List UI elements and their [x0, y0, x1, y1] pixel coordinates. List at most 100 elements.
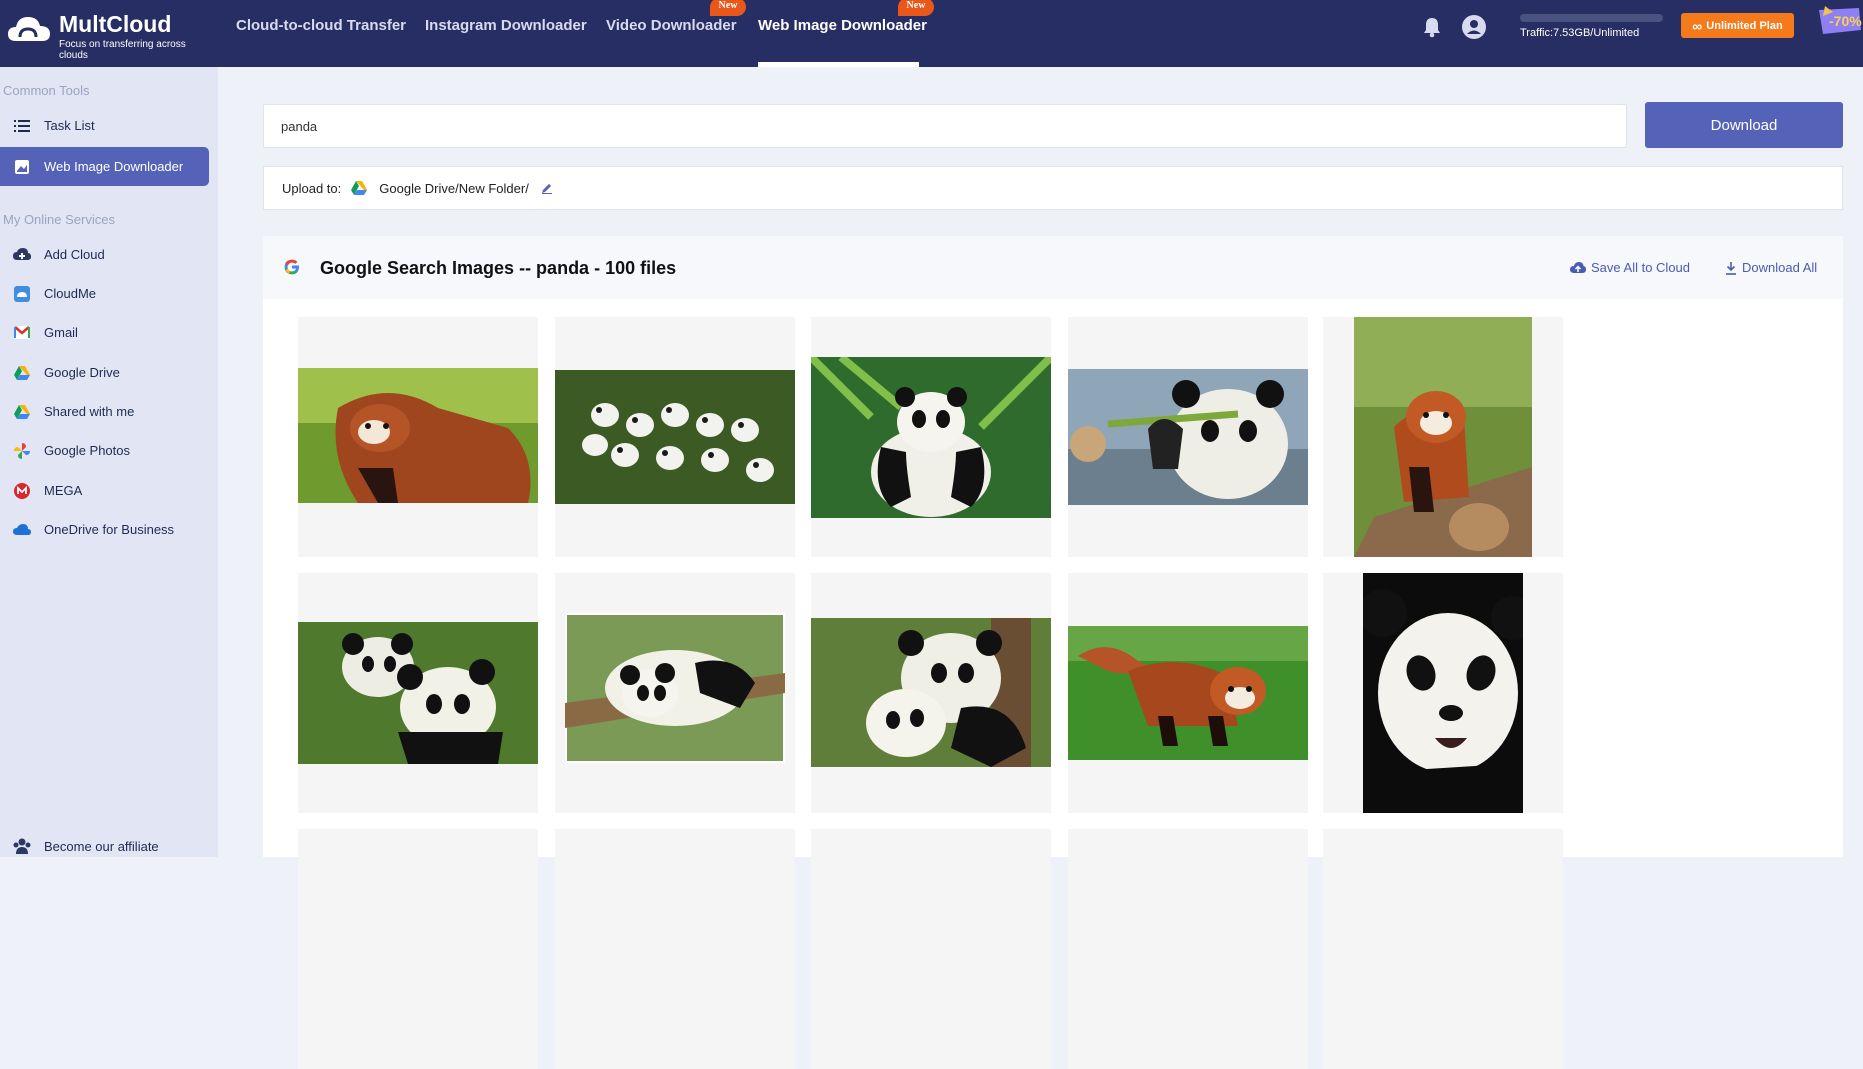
panda-eating-photo — [1068, 369, 1308, 505]
search-input-value: panda — [281, 118, 318, 134]
nav-cloud-to-cloud-transfer[interactable]: Cloud-to-cloud Transfer — [236, 17, 406, 34]
image-tile-panda-portrait[interactable] — [1323, 573, 1563, 813]
image-tile-red-panda-walking[interactable] — [1068, 573, 1308, 813]
user-avatar-icon[interactable] — [1461, 14, 1487, 40]
discount-promo[interactable]: -70% — [1815, 4, 1863, 40]
results-header: Google Search Images -- panda - 100 file… — [263, 236, 1843, 299]
download-all-button[interactable]: Download All — [1725, 260, 1817, 275]
sidebar: Common Tools Task List Web Image Downloa… — [0, 67, 218, 857]
upload-to-label: Upload to: — [282, 180, 342, 196]
common-tools-heading: Common Tools — [3, 83, 90, 98]
affiliate-icon — [0, 838, 44, 854]
sidebar-item-mega[interactable]: MEGA — [0, 471, 209, 510]
sidebar-item-onedrive-for-business[interactable]: OneDrive for Business — [0, 510, 209, 549]
nav-video-downloader[interactable]: Video Downloader — [606, 17, 737, 34]
mega-icon — [0, 482, 44, 499]
panda-portrait-photo — [1363, 573, 1523, 813]
save-all-to-cloud-button[interactable]: Save All to Cloud — [1570, 260, 1690, 275]
upload-path: Google Drive/New Folder/ — [379, 180, 529, 196]
sidebar-item-cloudme[interactable]: CloudMe — [0, 274, 209, 313]
new-badge: New — [898, 0, 934, 16]
nav-web-image-downloader[interactable]: Web Image Downloader — [758, 17, 927, 34]
google-drive-icon — [0, 365, 44, 380]
red-panda-walking-photo — [1068, 626, 1308, 760]
sidebar-item-add-cloud[interactable]: Add Cloud — [0, 235, 209, 274]
add-cloud-icon — [0, 247, 44, 263]
image-download-icon — [0, 159, 44, 175]
sidebar-item-affiliate[interactable]: Become our affiliate — [0, 836, 159, 856]
affiliate-label: Become our affiliate — [44, 838, 159, 854]
image-tile[interactable] — [811, 829, 1051, 1069]
cloudme-icon — [0, 285, 44, 302]
image-tile[interactable] — [1323, 829, 1563, 1069]
sidebar-item-label: OneDrive for Business — [44, 522, 175, 537]
traffic-progress-bar — [1520, 14, 1663, 22]
unlimited-plan-button[interactable]: ∞ Unlimited Plan — [1681, 13, 1794, 38]
google-drive-icon — [0, 404, 44, 419]
gmail-icon — [0, 326, 44, 339]
brand-tagline: Focus on transferring across clouds — [59, 39, 186, 61]
multcloud-logo-icon — [8, 17, 50, 41]
image-tile-panda-eating[interactable] — [1068, 317, 1308, 557]
sidebar-item-label: Task List — [44, 118, 95, 133]
image-tile[interactable] — [298, 829, 538, 1069]
download-all-label: Download All — [1742, 260, 1818, 275]
onedrive-icon — [0, 523, 44, 536]
sidebar-item-label: MEGA — [44, 483, 83, 498]
edit-path-icon[interactable] — [541, 182, 553, 194]
image-tile-red-panda[interactable] — [298, 317, 538, 557]
red-panda-photo — [298, 368, 538, 503]
sidebar-item-web-image-downloader[interactable]: Web Image Downloader — [0, 147, 209, 186]
cloud-upload-icon — [1570, 262, 1586, 273]
upload-destination: Upload to: Google Drive/New Folder/ — [263, 166, 1843, 210]
download-button[interactable]: Download — [1645, 102, 1843, 148]
promo-text: -70% — [1829, 13, 1862, 29]
sidebar-item-label: Web Image Downloader — [44, 159, 184, 174]
sidebar-item-shared-with-me[interactable]: Shared with me — [0, 392, 209, 431]
image-tile[interactable] — [1068, 829, 1308, 1069]
image-tile-red-panda-log[interactable] — [1323, 317, 1563, 557]
google-photos-icon — [0, 442, 44, 459]
image-tile-giant-panda-bamboo[interactable] — [811, 317, 1051, 557]
red-panda-log-photo — [1354, 317, 1532, 557]
online-services-heading: My Online Services — [3, 212, 115, 227]
new-badge: New — [710, 0, 746, 16]
sidebar-item-label: Shared with me — [44, 404, 135, 419]
sidebar-item-label: Google Photos — [44, 443, 131, 458]
panda-cubs-photo — [555, 370, 795, 504]
image-tile[interactable] — [555, 829, 795, 1069]
top-navigation-bar: MultCloud Focus on transferring across c… — [0, 0, 1863, 67]
sidebar-item-label: CloudMe — [44, 286, 97, 301]
results-panel: Google Search Images -- panda - 100 file… — [263, 236, 1843, 1069]
image-tile-panda-resting[interactable] — [555, 573, 795, 813]
image-tile-pandas-hugging[interactable] — [811, 573, 1051, 813]
save-all-label: Save All to Cloud — [1591, 260, 1691, 275]
two-pandas-photo — [298, 622, 538, 764]
traffic-usage-text: Traffic:7.53GB/Unlimited — [1520, 27, 1640, 39]
unlimited-plan-label: Unlimited Plan — [1706, 19, 1783, 32]
sidebar-item-gmail[interactable]: Gmail — [0, 313, 209, 352]
sidebar-item-label: Add Cloud — [44, 247, 105, 262]
results-title: Google Search Images -- panda - 100 file… — [320, 258, 677, 278]
giant-panda-bamboo-photo — [811, 357, 1051, 518]
pandas-hugging-photo — [811, 618, 1051, 767]
active-tab-indicator — [758, 62, 919, 67]
sidebar-item-google-drive[interactable]: Google Drive — [0, 353, 209, 392]
sidebar-item-google-photos[interactable]: Google Photos — [0, 431, 209, 470]
sidebar-item-task-list[interactable]: Task List — [0, 106, 209, 145]
google-drive-icon — [351, 181, 368, 195]
search-input[interactable]: panda — [263, 104, 1627, 148]
brand-name: MultCloud — [59, 11, 172, 37]
google-logo-icon — [284, 259, 300, 275]
panda-resting-photo — [565, 613, 785, 763]
infinity-icon: ∞ — [1692, 17, 1703, 34]
download-icon — [1726, 261, 1736, 275]
list-icon — [0, 119, 44, 133]
sidebar-item-label: Gmail — [44, 325, 78, 340]
sidebar-item-label: Google Drive — [44, 365, 120, 380]
image-tile-panda-cubs[interactable] — [555, 317, 795, 557]
bell-icon[interactable] — [1419, 14, 1445, 40]
nav-instagram-downloader[interactable]: Instagram Downloader — [425, 17, 587, 34]
brand-logo[interactable]: MultCloud Focus on transferring across c… — [6, 8, 206, 61]
image-tile-two-pandas[interactable] — [298, 573, 538, 813]
